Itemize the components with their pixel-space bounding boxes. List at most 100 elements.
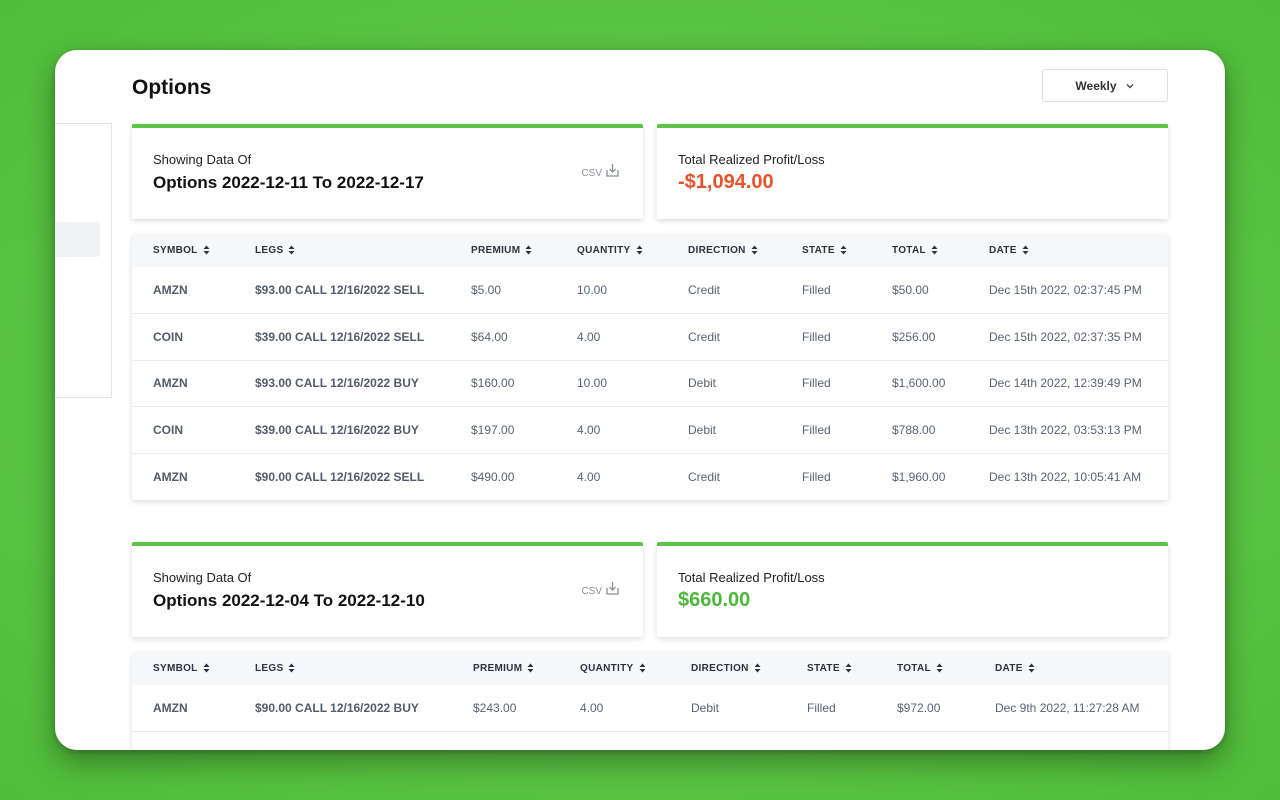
column-header-direction[interactable]: DIRECTION	[670, 652, 786, 685]
column-header-symbol[interactable]: SYMBOL	[132, 234, 234, 267]
table-header-row: SYMBOL LEGS PREMIUM QUANTITY DIRECTION STATE T…	[132, 652, 1168, 685]
cell-total: $972.00	[876, 685, 974, 732]
range-card-1: Showing Data Of Options 2022-12-11 To 20…	[132, 124, 643, 219]
cell-direction: Debit	[667, 360, 781, 407]
cell-date: Dec 13th 2022, 03:53:13 PM	[968, 406, 1168, 454]
column-header-legs[interactable]: LEGS	[234, 234, 450, 267]
column-header-symbol[interactable]: SYMBOL	[132, 652, 234, 685]
sort-icon	[1028, 663, 1035, 673]
sort-icon	[527, 663, 534, 673]
column-header-label: QUANTITY	[577, 245, 631, 256]
column-header-label: DATE	[989, 245, 1017, 256]
cell-date: Dec 15th 2022, 02:37:35 PM	[968, 313, 1168, 361]
chevron-down-icon	[1126, 83, 1134, 88]
cell-direction: Credit	[667, 267, 781, 314]
cell-quantity: 10.00	[556, 360, 667, 407]
cell-state: Filled	[781, 406, 871, 454]
cell-direction: Debit	[670, 685, 786, 732]
csv-export-button[interactable]: CSV	[581, 162, 621, 179]
options-table-2: SYMBOL LEGS PREMIUM QUANTITY DIRECTION STATE T…	[132, 652, 1168, 750]
table-body: AMZN $90.00 CALL 12/16/2022 BUY $243.00 4.0…	[132, 685, 1168, 750]
table-row[interactable]: AMZN $93.00 CALL 12/16/2022 BUY $160.00 10.…	[132, 360, 1168, 407]
range-card-2: Showing Data Of Options 2022-12-04 To 20…	[132, 542, 643, 637]
cell-premium	[452, 732, 559, 751]
column-header-total[interactable]: TOTAL	[871, 234, 968, 267]
sort-icon	[525, 245, 532, 255]
cell-quantity: 4.00	[556, 313, 667, 361]
cell-quantity	[559, 732, 670, 751]
cell-direction: Debit	[667, 406, 781, 454]
csv-export-button[interactable]: CSV	[581, 580, 621, 597]
sort-icon	[931, 245, 938, 255]
cell-premium: $197.00	[450, 406, 556, 454]
cell-date: Dec 14th 2022, 12:39:49 PM	[968, 360, 1168, 407]
csv-label: CSV	[581, 586, 602, 597]
table-row[interactable]: AMZN $93.00 CALL 12/16/2022 SELL $5.00 10.0…	[132, 267, 1168, 314]
cell-symbol: AMZN	[153, 469, 188, 484]
column-header-label: SYMBOL	[153, 245, 198, 256]
range-title: Options 2022-12-11 To 2022-12-17	[153, 173, 424, 192]
cell-state	[786, 732, 876, 751]
sidebar	[55, 123, 112, 398]
column-header-date[interactable]: DATE	[974, 652, 1168, 685]
period-select-value: Weekly	[1075, 78, 1117, 93]
cell-premium: $243.00	[452, 685, 559, 732]
cell-premium: $490.00	[471, 469, 515, 484]
profit-loss-value: $660.00	[678, 589, 751, 611]
column-header-label: LEGS	[255, 245, 284, 256]
table-body: AMZN $93.00 CALL 12/16/2022 SELL $5.00 10.0…	[132, 267, 1168, 500]
table-row[interactable]	[132, 732, 1168, 751]
period-select[interactable]: Weekly	[1042, 69, 1168, 102]
cell-state: Filled	[802, 469, 831, 484]
options-table-1: SYMBOL LEGS PREMIUM QUANTITY DIRECTION STATE T…	[132, 234, 1168, 500]
column-header-state[interactable]: STATE	[786, 652, 876, 685]
sort-icon	[203, 663, 210, 673]
sidebar-selected-item[interactable]	[55, 222, 100, 257]
table-header-row: SYMBOL LEGS PREMIUM QUANTITY DIRECTION STATE T…	[132, 234, 1168, 267]
cell-premium: $5.00	[450, 267, 556, 314]
sort-icon	[636, 245, 643, 255]
cell-state: Filled	[786, 685, 876, 732]
column-header-label: DIRECTION	[691, 663, 749, 674]
cell-direction: Credit	[667, 313, 781, 361]
sort-icon	[639, 663, 646, 673]
cell-total: $256.00	[871, 313, 968, 361]
profit-loss-label: Total Realized Profit/Loss	[678, 570, 825, 585]
column-header-quantity[interactable]: QUANTITY	[559, 652, 670, 685]
range-title: Options 2022-12-04 To 2022-12-10	[153, 591, 425, 610]
cell-legs: $93.00 CALL 12/16/2022 BUY	[234, 360, 450, 407]
cell-symbol: AMZN	[132, 685, 234, 732]
cell-legs: $93.00 CALL 12/16/2022 SELL	[234, 267, 450, 314]
sort-icon	[751, 245, 758, 255]
table-row[interactable]: AMZN $90.00 CALL 12/16/2022 BUY $243.00 4.0…	[132, 685, 1168, 732]
cell-symbol: COIN	[132, 406, 234, 454]
column-header-date[interactable]: DATE	[968, 234, 1168, 267]
column-header-quantity[interactable]: QUANTITY	[556, 234, 667, 267]
download-tray-icon	[606, 164, 619, 177]
app-window: Options Weekly Showing Data Of Options 2…	[55, 50, 1225, 750]
column-header-premium[interactable]: PREMIUM	[450, 234, 556, 267]
cell-direction	[670, 732, 786, 751]
cell-total: $1,600.00	[871, 360, 968, 407]
column-header-legs[interactable]: LEGS	[234, 652, 452, 685]
column-header-premium[interactable]: PREMIUM	[452, 652, 559, 685]
table-row[interactable]: COIN $39.00 CALL 12/16/2022 SELL $64.00 4.0…	[132, 313, 1168, 361]
cell-premium: $160.00	[450, 360, 556, 407]
profit-loss-card-1: Total Realized Profit/Loss -$1,094.00	[657, 124, 1168, 219]
cell-quantity: 10.00	[556, 267, 667, 314]
column-header-direction[interactable]: DIRECTION	[667, 234, 781, 267]
table-row[interactable]: AMZN $90.00 CALL 12/16/2022 SELL $490.00 4.…	[132, 453, 1168, 500]
cell-state: Filled	[781, 267, 871, 314]
showing-label: Showing Data Of	[153, 152, 252, 167]
table-row[interactable]: COIN $39.00 CALL 12/16/2022 BUY $197.00 4.0…	[132, 406, 1168, 454]
column-header-state[interactable]: STATE	[781, 234, 871, 267]
column-header-label: PREMIUM	[471, 245, 521, 256]
column-header-label: QUANTITY	[580, 663, 634, 674]
column-header-label: DIRECTION	[688, 245, 746, 256]
column-header-label: STATE	[802, 245, 835, 256]
cell-symbol: AMZN	[132, 360, 234, 407]
column-header-label: TOTAL	[892, 245, 926, 256]
column-header-label: DATE	[995, 663, 1023, 674]
column-header-total[interactable]: TOTAL	[876, 652, 974, 685]
column-header-label: STATE	[807, 663, 840, 674]
